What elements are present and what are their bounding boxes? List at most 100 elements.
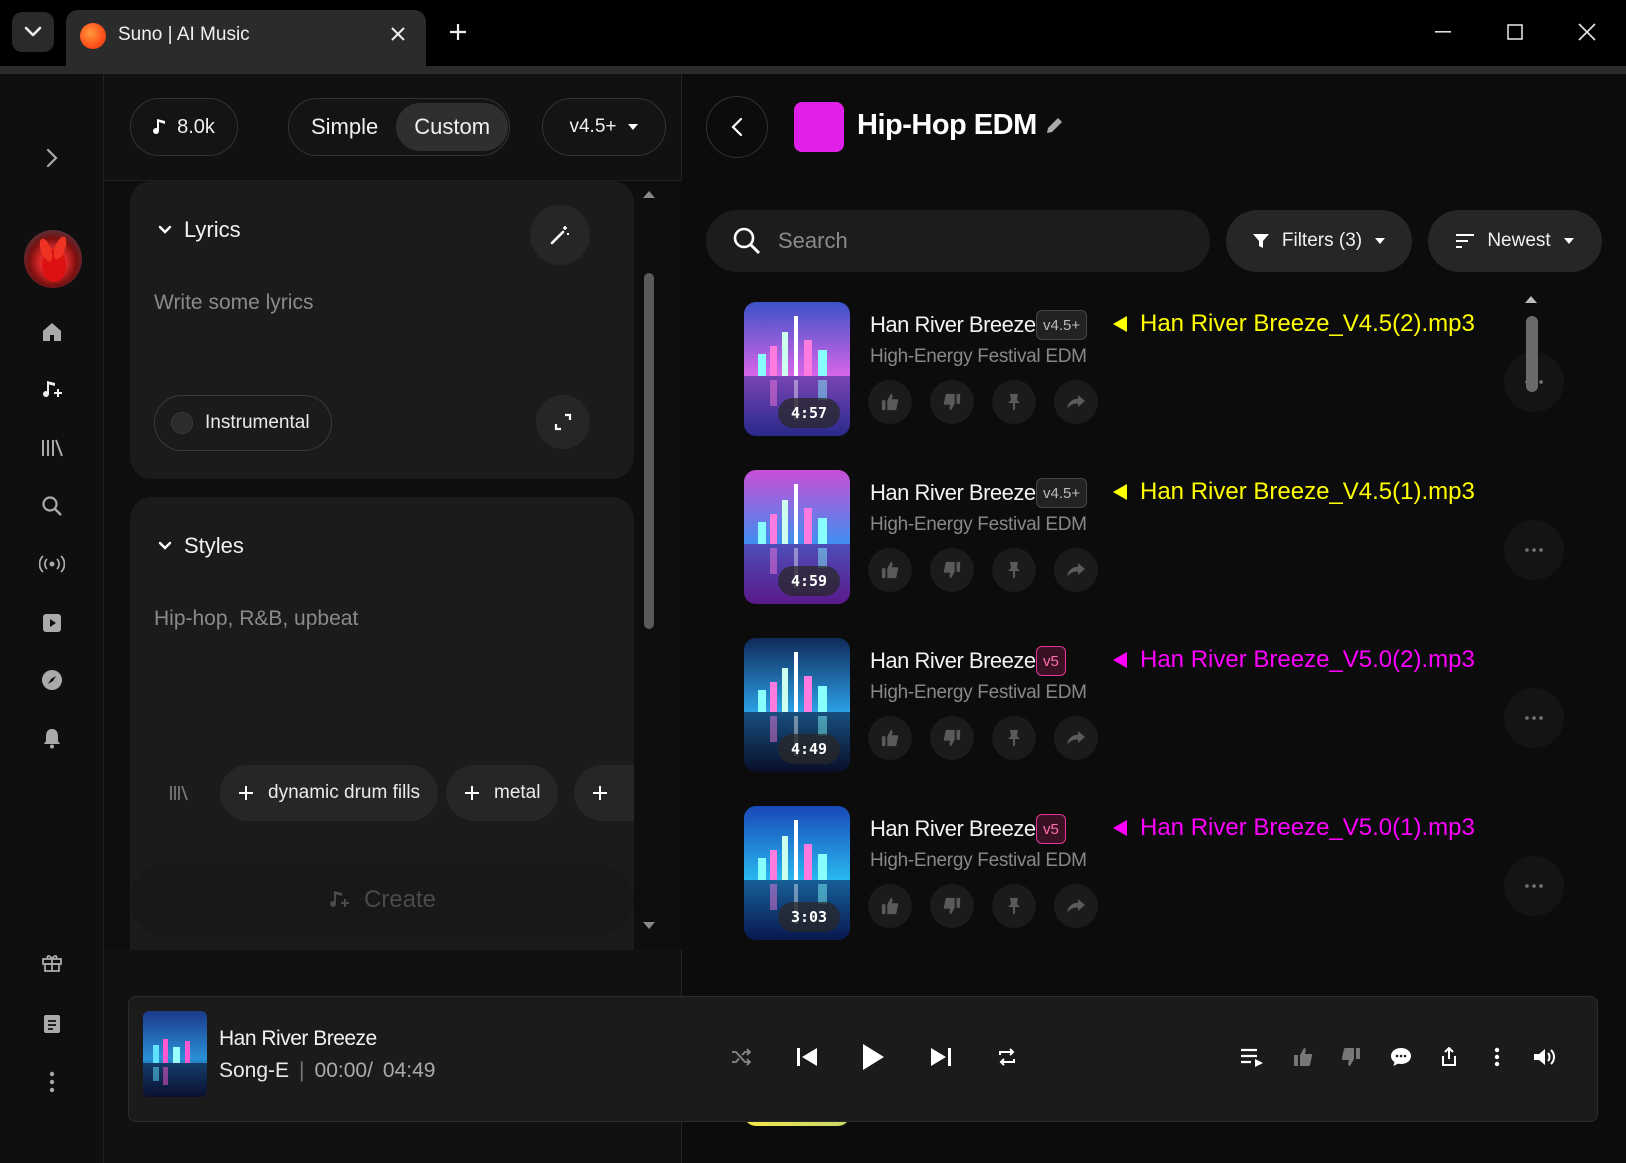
song-cover[interactable]: 4:49 [744, 638, 850, 772]
filters-button[interactable]: Filters (3) [1226, 210, 1412, 272]
search-field[interactable] [706, 210, 1210, 272]
credits-button[interactable]: 8.0k [130, 98, 238, 156]
style-suggestion-chip[interactable]: dynamic drum fills [220, 765, 439, 821]
generate-lyrics-button[interactable] [530, 205, 590, 265]
song-cover[interactable]: 4:57 [744, 302, 850, 436]
dislike-button[interactable] [930, 716, 974, 760]
more-style-suggestions-button[interactable] [574, 765, 634, 821]
style-suggestion-chip[interactable]: metal [446, 765, 559, 821]
player-track-title[interactable]: Han River Breeze [219, 1027, 377, 1051]
expand-sidebar-button[interactable] [34, 140, 70, 176]
dislike-button[interactable] [1329, 1035, 1373, 1079]
sidebar-item-library[interactable] [34, 430, 70, 466]
expand-icon [554, 413, 572, 431]
song-title[interactable]: Han River Breeze [870, 648, 1036, 674]
browser-tab[interactable]: Suno | AI Music [66, 10, 426, 66]
maximize-button[interactable] [1490, 10, 1540, 54]
share-button[interactable] [1054, 716, 1098, 760]
styles-library-button[interactable] [154, 765, 204, 821]
radio-icon [39, 555, 65, 573]
filter-icon [1252, 234, 1269, 248]
player-artist[interactable]: Song-E [219, 1059, 289, 1083]
share-button[interactable] [1054, 380, 1098, 424]
song-cover[interactable]: 3:03 [744, 806, 850, 940]
dislike-button[interactable] [930, 548, 974, 592]
song-title[interactable]: Han River Breeze [870, 312, 1036, 338]
sidebar-item-radio[interactable] [34, 546, 70, 582]
lyrics-section-toggle[interactable]: Lyrics [158, 217, 241, 243]
song-duration: 4:57 [778, 398, 840, 428]
play-button[interactable] [851, 1035, 895, 1079]
create-button[interactable]: Create [130, 864, 634, 936]
back-button[interactable] [706, 96, 768, 158]
pin-button[interactable] [992, 716, 1036, 760]
mode-simple-tab[interactable]: Simple [293, 103, 396, 151]
edit-playlist-button[interactable] [1044, 116, 1064, 136]
sort-button[interactable]: Newest [1428, 210, 1602, 272]
shuffle-button[interactable] [719, 1035, 763, 1079]
mode-custom-tab[interactable]: Custom [396, 103, 509, 151]
player-cover[interactable] [143, 1011, 207, 1097]
like-button[interactable] [868, 884, 912, 928]
search-input[interactable] [778, 228, 1178, 254]
share-button[interactable] [1054, 548, 1098, 592]
lyrics-input[interactable]: Write some lyrics [154, 291, 313, 315]
song-row[interactable]: 4:49 Han River Breeze v5 High-Energy Fes… [744, 638, 1584, 788]
player-more-button[interactable] [1475, 1035, 1519, 1079]
file-name-annotation: Han River Breeze_V5.0(2).mp3 [1112, 646, 1475, 674]
pin-icon [1008, 562, 1020, 578]
song-title[interactable]: Han River Breeze [870, 480, 1036, 506]
sidebar-item-documents[interactable] [34, 1006, 70, 1042]
share-button[interactable] [1054, 884, 1098, 928]
tab-close-button[interactable] [382, 18, 414, 50]
like-button[interactable] [868, 548, 912, 592]
previous-button[interactable] [785, 1035, 829, 1079]
composer-scroll-thumb[interactable] [644, 273, 654, 629]
video-icon [43, 614, 61, 632]
song-row[interactable]: 3:03 Han River Breeze v5 High-Energy Fes… [744, 806, 1584, 956]
model-version-dropdown[interactable]: v4.5+ [542, 98, 666, 156]
sidebar-item-create[interactable] [34, 372, 70, 408]
queue-button[interactable] [1231, 1035, 1275, 1079]
song-list-scroll-thumb[interactable] [1526, 316, 1538, 392]
styles-input[interactable]: Hip-hop, R&B, upbeat [154, 607, 358, 631]
avatar[interactable] [24, 230, 82, 288]
repeat-button[interactable] [985, 1035, 1029, 1079]
sidebar-item-notifications[interactable] [34, 720, 70, 756]
pin-button[interactable] [992, 884, 1036, 928]
minimize-button[interactable] [1418, 10, 1468, 54]
sidebar-item-home[interactable] [34, 314, 70, 350]
like-button[interactable] [868, 716, 912, 760]
file-name-label: Han River Breeze_V4.5(2).mp3 [1140, 310, 1475, 337]
sidebar-item-search[interactable] [34, 488, 70, 524]
sidebar-more-button[interactable] [34, 1064, 70, 1100]
expand-lyrics-button[interactable] [536, 395, 590, 449]
song-cover[interactable]: 4:59 [744, 470, 850, 604]
dislike-button[interactable] [930, 884, 974, 928]
song-row[interactable]: 4:59 Han River Breeze v4.5+ High-Energy … [744, 470, 1584, 620]
instrumental-toggle[interactable]: Instrumental [154, 395, 332, 451]
like-button[interactable] [868, 380, 912, 424]
styles-section-toggle[interactable]: Styles [158, 533, 244, 559]
comments-button[interactable] [1379, 1035, 1423, 1079]
composer-scrollbar[interactable] [636, 181, 662, 950]
pencil-icon [1047, 118, 1062, 133]
sidebar-item-video[interactable] [34, 604, 70, 640]
dislike-button[interactable] [930, 380, 974, 424]
sidebar-item-gift[interactable] [34, 944, 70, 980]
share-button[interactable] [1427, 1035, 1471, 1079]
model-version-badge: v4.5+ [1036, 478, 1088, 508]
like-button[interactable] [1281, 1035, 1325, 1079]
new-tab-button[interactable] [440, 14, 476, 50]
pin-button[interactable] [992, 380, 1036, 424]
pin-button[interactable] [992, 548, 1036, 592]
song-row[interactable]: 4:57 Han River Breeze v4.5+ High-Energy … [744, 302, 1584, 452]
next-button[interactable] [919, 1035, 963, 1079]
song-duration: 4:59 [778, 566, 840, 596]
song-title[interactable]: Han River Breeze [870, 816, 1036, 842]
tab-list-button[interactable] [12, 12, 54, 52]
close-window-button[interactable] [1562, 10, 1612, 54]
close-icon [1578, 23, 1596, 41]
sidebar-item-explore[interactable] [34, 662, 70, 698]
volume-button[interactable] [1523, 1035, 1567, 1079]
